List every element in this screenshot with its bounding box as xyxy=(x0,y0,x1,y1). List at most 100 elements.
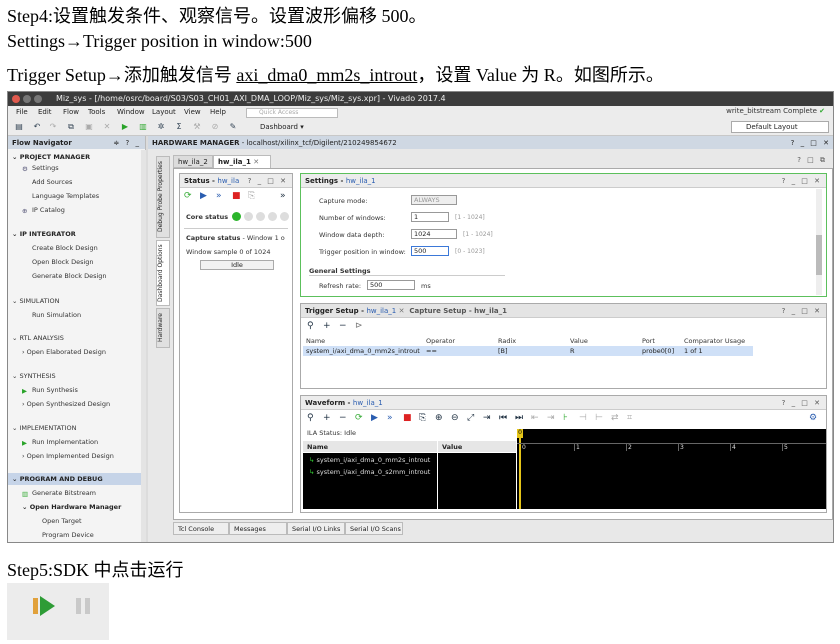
panel-controls-icon[interactable]: ? _ □ ✕ xyxy=(248,177,288,185)
signal-row[interactable]: ↳ system_i/axi_dma_0_s2mm_introut xyxy=(309,468,430,476)
snap-icon[interactable]: ⌗ xyxy=(627,413,632,423)
go-to-start-icon[interactable]: ⏮ xyxy=(499,413,507,423)
wrench-icon[interactable]: ✎ xyxy=(228,122,238,132)
value-cell[interactable]: R xyxy=(567,346,639,356)
flow-item-generate-block-design[interactable]: Generate Block Design xyxy=(32,272,107,280)
trigger-position-input[interactable]: 500 xyxy=(411,246,449,256)
flow-item-settings[interactable]: ⚙ Settings xyxy=(22,164,59,173)
flow-item-open-block-design[interactable]: Open Block Design xyxy=(32,258,94,266)
resume-icon[interactable] xyxy=(33,596,55,616)
signal-row[interactable]: ↳ system_i/axi_dma_0_mm2s_introut xyxy=(309,456,430,464)
radix-cell[interactable]: [B] xyxy=(495,346,567,356)
flow-item-language-templates[interactable]: Language Templates xyxy=(32,192,99,200)
next-transition-icon[interactable]: ⇥ xyxy=(547,413,555,423)
run-icon[interactable]: ▶ xyxy=(120,122,130,132)
trigger-condition-icon[interactable]: ⊳ xyxy=(355,321,363,331)
zoom-in-icon[interactable]: ⊕ xyxy=(435,413,443,423)
menu-flow[interactable]: Flow xyxy=(63,108,79,116)
program-icon[interactable]: ▥ xyxy=(138,122,148,132)
operator-cell[interactable]: == xyxy=(423,346,495,356)
flow-scrollbar[interactable] xyxy=(141,150,146,542)
stop-trigger-icon[interactable]: ■ xyxy=(232,191,241,201)
num-windows-input[interactable]: 1 xyxy=(411,212,449,222)
gear-icon[interactable]: ⚙ xyxy=(809,413,817,423)
trigger-marker-label[interactable]: 0 xyxy=(517,429,523,438)
add-probe-icon[interactable]: + xyxy=(323,321,331,331)
sigma-icon[interactable]: Σ xyxy=(174,122,184,132)
run-trigger-icon[interactable]: ⟳ xyxy=(355,413,363,423)
swap-cursors-icon[interactable]: ⇄ xyxy=(611,413,619,423)
waveform-canvas[interactable]: 0 0 1 2 3 4 5 xyxy=(517,429,826,509)
tab-messages[interactable]: Messages xyxy=(229,522,287,535)
flow-item-open-target[interactable]: Open Target xyxy=(42,517,82,525)
stop-trigger-icon[interactable]: ■ xyxy=(403,413,412,423)
capture-mode-select[interactable]: ALWAYS xyxy=(411,195,457,205)
flow-item-open-hardware-manager[interactable]: ⌄ Open Hardware Manager xyxy=(22,503,121,511)
panel-controls-icon[interactable]: ? _ □ ✕ xyxy=(791,139,831,147)
menu-view[interactable]: View xyxy=(184,108,201,116)
close-tab-icon[interactable]: ✕ xyxy=(399,307,405,315)
settings-scroll-thumb[interactable] xyxy=(816,235,822,275)
tab-capture-setup[interactable]: Capture Setup - hw_ila_1 xyxy=(409,307,507,315)
search-icon[interactable]: ⚲ xyxy=(307,413,314,423)
delete-icon[interactable]: ✕ xyxy=(102,122,112,132)
table-row[interactable]: system_i/axi_dma_0_mm2s_introut == [B] R… xyxy=(303,346,753,356)
flow-item-create-block-design[interactable]: Create Block Design xyxy=(32,244,98,252)
disable-icon[interactable]: ⊘ xyxy=(210,122,220,132)
remove-icon[interactable]: − xyxy=(339,413,347,423)
go-to-end-icon[interactable]: ⏭ xyxy=(515,413,523,423)
section-implementation[interactable]: ⌄ IMPLEMENTATION xyxy=(12,424,77,432)
go-to-cursor-icon[interactable]: ⇥ xyxy=(483,413,491,423)
tab-serial-io-scans[interactable]: Serial I/O Scans xyxy=(345,522,403,535)
settings-scrollbar[interactable] xyxy=(816,189,822,295)
flow-item-program-device[interactable]: Program Device xyxy=(42,531,94,539)
section-ip-integrator[interactable]: ⌄ IP INTEGRATOR xyxy=(12,230,76,238)
open-project-icon[interactable]: ▤ xyxy=(14,122,24,132)
next-marker-icon[interactable]: ⊢ xyxy=(595,413,603,423)
tab-hw-ila-1[interactable]: hw_ila_1 ✕ xyxy=(213,155,271,168)
tab-hardware[interactable]: Hardware xyxy=(156,308,170,348)
copy-icon[interactable]: ⧉ xyxy=(66,122,76,132)
auto-retrigger-icon[interactable]: » xyxy=(387,413,393,423)
paste-icon[interactable]: ▣ xyxy=(84,122,94,132)
tools-icon[interactable]: ⚒ xyxy=(192,122,202,132)
section-synthesis[interactable]: ⌄ SYNTHESIS xyxy=(12,372,56,380)
run-trigger-immediate-icon[interactable]: ▶ xyxy=(200,191,207,201)
flow-item-add-sources[interactable]: Add Sources xyxy=(32,178,72,186)
section-program-and-debug[interactable]: ⌄ PROGRAM AND DEBUG xyxy=(8,473,142,485)
export-icon[interactable]: ⎘ xyxy=(248,191,255,201)
layout-select[interactable]: Default Layout xyxy=(731,121,829,133)
flow-item-generate-bitstream[interactable]: ▥ Generate Bitstream xyxy=(22,489,96,498)
menu-tools[interactable]: Tools xyxy=(88,108,105,116)
export-icon[interactable]: ⎘ xyxy=(419,413,426,423)
maximize-window-button[interactable] xyxy=(34,95,42,103)
add-icon[interactable]: + xyxy=(323,413,331,423)
undo-icon[interactable]: ↶ xyxy=(32,122,42,132)
tab-hw-ila-2[interactable]: hw_ila_2 xyxy=(173,155,213,168)
tab-tcl-console[interactable]: Tcl Console xyxy=(173,522,229,535)
minimize-window-button[interactable] xyxy=(23,95,31,103)
settings-icon[interactable]: ✲ xyxy=(156,122,166,132)
search-icon[interactable]: ⚲ xyxy=(307,321,314,331)
close-window-button[interactable] xyxy=(12,95,20,103)
run-trigger-immediate-icon[interactable]: ▶ xyxy=(371,413,378,423)
add-marker-icon[interactable]: ⊦ xyxy=(563,413,568,423)
previous-transition-icon[interactable]: ⇤ xyxy=(531,413,539,423)
section-rtl-analysis[interactable]: ⌄ RTL ANALYSIS xyxy=(12,334,64,342)
panel-controls-icon[interactable]: ? _ □ ✕ xyxy=(782,177,822,185)
quick-access-input[interactable]: Quick Access xyxy=(246,108,338,118)
tab-controls-icon[interactable]: ? □ ⧉ xyxy=(797,156,827,165)
flow-item-run-implementation[interactable]: ▶ Run Implementation xyxy=(22,438,98,447)
tab-dashboard-options[interactable]: Dashboard Options xyxy=(156,240,170,306)
run-trigger-icon[interactable]: ⟳ xyxy=(184,191,192,201)
redo-icon[interactable]: ↷ xyxy=(48,122,58,132)
refresh-rate-input[interactable]: 500 xyxy=(367,280,415,290)
flow-item-run-synthesis[interactable]: ▶ Run Synthesis xyxy=(22,386,78,395)
panel-controls-icon[interactable]: ? _ □ ✕ xyxy=(782,399,822,407)
data-depth-select[interactable]: 1024 xyxy=(411,229,457,239)
menu-help[interactable]: Help xyxy=(210,108,226,116)
menu-file[interactable]: File xyxy=(16,108,28,116)
tab-trigger-setup[interactable]: Trigger Setup - hw_ila_1 ✕ xyxy=(305,307,405,315)
previous-marker-icon[interactable]: ⊣ xyxy=(579,413,587,423)
flow-item-open-implemented-design[interactable]: › Open Implemented Design xyxy=(22,452,114,460)
